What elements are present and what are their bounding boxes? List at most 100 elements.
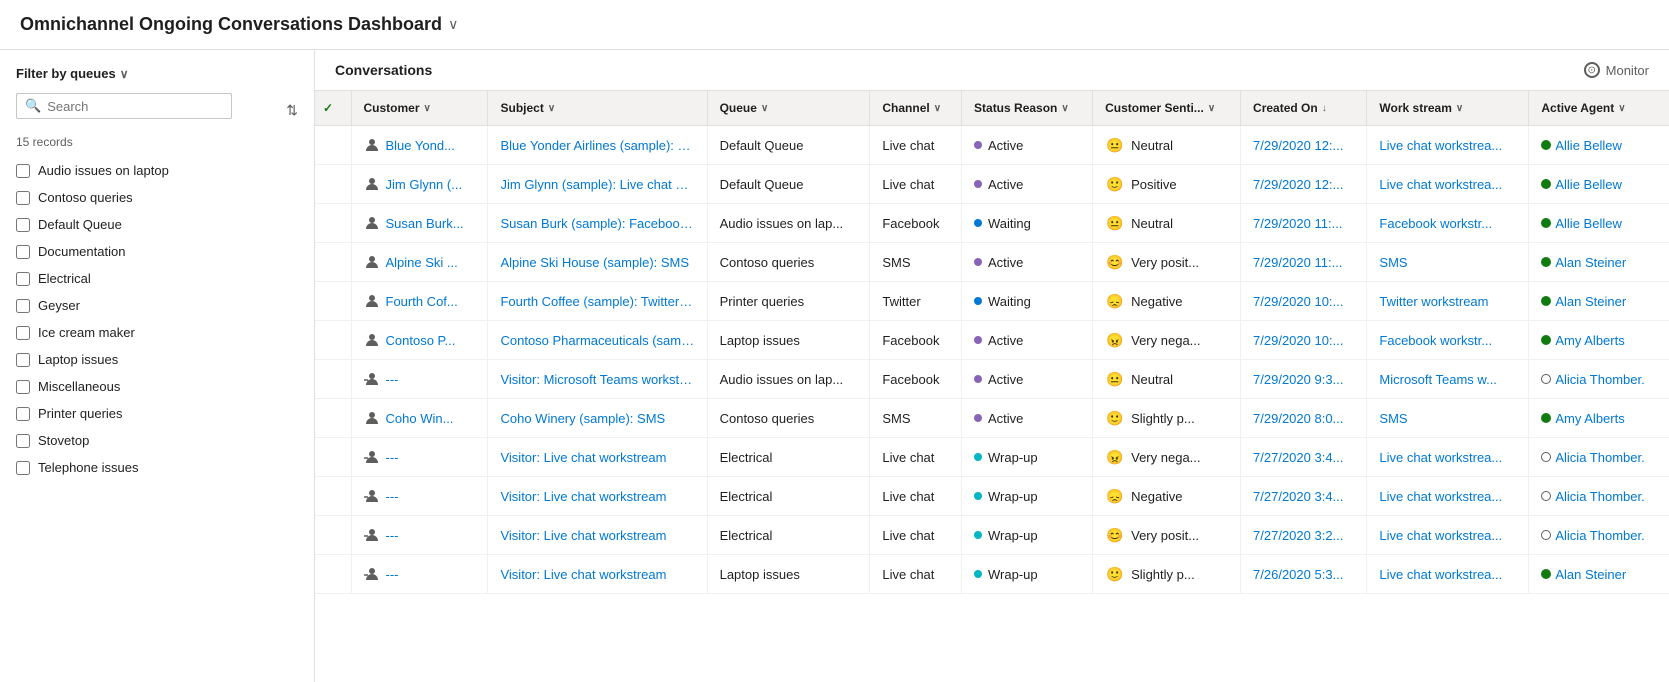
queue-item[interactable]: Contoso queries — [16, 184, 298, 211]
subject-link[interactable]: Visitor: Live chat workstream — [500, 528, 694, 543]
table-row[interactable]: --- Visitor: Microsoft Teams workstrea...… — [315, 360, 1669, 399]
workstream-link[interactable]: Live chat workstrea... — [1379, 138, 1502, 153]
table-row[interactable]: Coho Win...Coho Winery (sample): SMSCont… — [315, 399, 1669, 438]
agent-link[interactable]: Alan Steiner — [1541, 255, 1657, 270]
filter-by-queues-header[interactable]: Filter by queues ∨ — [0, 66, 314, 93]
queue-item[interactable]: Printer queries — [16, 400, 298, 427]
col-header-work_stream[interactable]: Work stream∨ — [1367, 91, 1529, 126]
subject-link[interactable]: Jim Glynn (sample): Live chat works... — [500, 177, 694, 192]
queue-checkbox[interactable] — [16, 299, 30, 313]
col-header-customer_sentiment[interactable]: Customer Senti...∨ — [1093, 91, 1241, 126]
queue-checkbox[interactable] — [16, 434, 30, 448]
col-header-customer[interactable]: Customer∨ — [351, 91, 488, 126]
sort-icon[interactable]: ⇅ — [286, 102, 298, 119]
queue-item[interactable]: Telephone issues — [16, 454, 298, 481]
created-on-link[interactable]: 7/29/2020 10:... — [1253, 333, 1343, 348]
subject-link[interactable]: Visitor: Microsoft Teams workstrea... — [500, 372, 694, 387]
table-row[interactable]: Contoso P... Contoso Pharmaceuticals (sam… — [315, 321, 1669, 360]
queue-item[interactable]: Miscellaneous — [16, 373, 298, 400]
created-on-link[interactable]: 7/29/2020 8:0... — [1253, 411, 1343, 426]
workstream-link[interactable]: Twitter workstream — [1379, 294, 1488, 309]
customer-link[interactable]: --- — [364, 527, 476, 543]
agent-link[interactable]: Allie Bellew — [1541, 177, 1657, 192]
agent-link[interactable]: Alan Steiner — [1541, 567, 1657, 582]
subject-link[interactable]: Alpine Ski House (sample): SMS — [500, 255, 694, 270]
queue-item[interactable]: Geyser — [16, 292, 298, 319]
queue-item[interactable]: Laptop issues — [16, 346, 298, 373]
workstream-link[interactable]: SMS — [1379, 255, 1407, 270]
workstream-link[interactable]: Microsoft Teams w... — [1379, 372, 1497, 387]
queue-checkbox[interactable] — [16, 191, 30, 205]
agent-link[interactable]: Amy Alberts — [1541, 411, 1657, 426]
customer-link[interactable]: Susan Burk... — [364, 215, 476, 231]
agent-link[interactable]: Alicia Thomber. — [1541, 450, 1657, 465]
customer-link[interactable]: --- — [364, 488, 476, 504]
created-on-link[interactable]: 7/29/2020 11:... — [1253, 255, 1342, 270]
col-header-active_agent[interactable]: Active Agent∨ — [1529, 91, 1669, 126]
monitor-button[interactable]: ⊙ Monitor — [1584, 62, 1649, 78]
subject-link[interactable]: Contoso Pharmaceuticals (sample):... — [500, 333, 694, 348]
subject-link[interactable]: Visitor: Live chat workstream — [500, 450, 694, 465]
queue-checkbox[interactable] — [16, 380, 30, 394]
queue-item[interactable]: Electrical — [16, 265, 298, 292]
customer-link[interactable]: Alpine Ski ... — [364, 254, 476, 270]
workstream-link[interactable]: Live chat workstrea... — [1379, 450, 1502, 465]
workstream-link[interactable]: SMS — [1379, 411, 1407, 426]
table-row[interactable]: Susan Burk...Susan Burk (sample): Facebo… — [315, 204, 1669, 243]
created-on-link[interactable]: 7/27/2020 3:4... — [1253, 489, 1343, 504]
subject-link[interactable]: Fourth Coffee (sample): Twitter wor... — [500, 294, 694, 309]
queue-checkbox[interactable] — [16, 218, 30, 232]
table-row[interactable]: ---Visitor: Live chat workstreamElectric… — [315, 516, 1669, 555]
queue-checkbox[interactable] — [16, 407, 30, 421]
subject-link[interactable]: Visitor: Live chat workstream — [500, 489, 694, 504]
customer-link[interactable]: Coho Win... — [364, 410, 476, 426]
search-input[interactable] — [47, 99, 223, 114]
created-on-link[interactable]: 7/27/2020 3:4... — [1253, 450, 1343, 465]
agent-link[interactable]: Alicia Thomber. — [1541, 528, 1657, 543]
workstream-link[interactable]: Facebook workstr... — [1379, 333, 1492, 348]
created-on-link[interactable]: 7/26/2020 5:3... — [1253, 567, 1343, 582]
table-row[interactable]: Fourth Cof... Fourth Coffee (sample): Twi… — [315, 282, 1669, 321]
queue-checkbox[interactable] — [16, 245, 30, 259]
queue-item[interactable]: Audio issues on laptop — [16, 157, 298, 184]
agent-link[interactable]: Allie Bellew — [1541, 216, 1657, 231]
table-row[interactable]: Alpine Ski ... Alpine Ski House (sample):… — [315, 243, 1669, 282]
queue-item[interactable]: Default Queue — [16, 211, 298, 238]
table-row[interactable]: Jim Glynn (... Jim Glynn (sample): Live c… — [315, 165, 1669, 204]
queue-checkbox[interactable] — [16, 326, 30, 340]
customer-link[interactable]: Jim Glynn (... — [364, 176, 476, 192]
agent-link[interactable]: Allie Bellew — [1541, 138, 1657, 153]
agent-link[interactable]: Alicia Thomber. — [1541, 372, 1657, 387]
queue-item[interactable]: Stovetop — [16, 427, 298, 454]
col-header-channel[interactable]: Channel∨ — [870, 91, 962, 126]
created-on-link[interactable]: 7/29/2020 12:... — [1253, 138, 1343, 153]
workstream-link[interactable]: Live chat workstrea... — [1379, 528, 1502, 543]
col-header-subject[interactable]: Subject∨ — [488, 91, 707, 126]
workstream-link[interactable]: Live chat workstrea... — [1379, 567, 1502, 582]
workstream-link[interactable]: Facebook workstr... — [1379, 216, 1492, 231]
agent-link[interactable]: Amy Alberts — [1541, 333, 1657, 348]
customer-link[interactable]: Fourth Cof... — [364, 293, 476, 309]
col-header-queue[interactable]: Queue∨ — [707, 91, 870, 126]
table-row[interactable]: Blue Yond... Blue Yonder Airlines (sample… — [315, 126, 1669, 165]
created-on-link[interactable]: 7/29/2020 12:... — [1253, 177, 1343, 192]
customer-link[interactable]: Contoso P... — [364, 332, 476, 348]
subject-link[interactable]: Blue Yonder Airlines (sample): Live c... — [500, 138, 694, 153]
subject-link[interactable]: Coho Winery (sample): SMS — [500, 411, 694, 426]
customer-link[interactable]: --- — [364, 449, 476, 465]
queue-checkbox[interactable] — [16, 164, 30, 178]
queue-checkbox[interactable] — [16, 461, 30, 475]
created-on-link[interactable]: 7/27/2020 3:2... — [1253, 528, 1343, 543]
table-row[interactable]: ---Visitor: Live chat workstreamElectric… — [315, 477, 1669, 516]
table-row[interactable]: ---Visitor: Live chat workstreamElectric… — [315, 438, 1669, 477]
subject-link[interactable]: Visitor: Live chat workstream — [500, 567, 694, 582]
workstream-link[interactable]: Live chat workstrea... — [1379, 177, 1502, 192]
queue-item[interactable]: Ice cream maker — [16, 319, 298, 346]
customer-link[interactable]: Blue Yond... — [364, 137, 476, 153]
customer-link[interactable]: --- — [364, 371, 476, 387]
title-chevron-icon[interactable]: ∨ — [448, 16, 458, 33]
agent-link[interactable]: Alan Steiner — [1541, 294, 1657, 309]
created-on-link[interactable]: 7/29/2020 9:3... — [1253, 372, 1343, 387]
queue-checkbox[interactable] — [16, 353, 30, 367]
created-on-link[interactable]: 7/29/2020 11:... — [1253, 216, 1342, 231]
